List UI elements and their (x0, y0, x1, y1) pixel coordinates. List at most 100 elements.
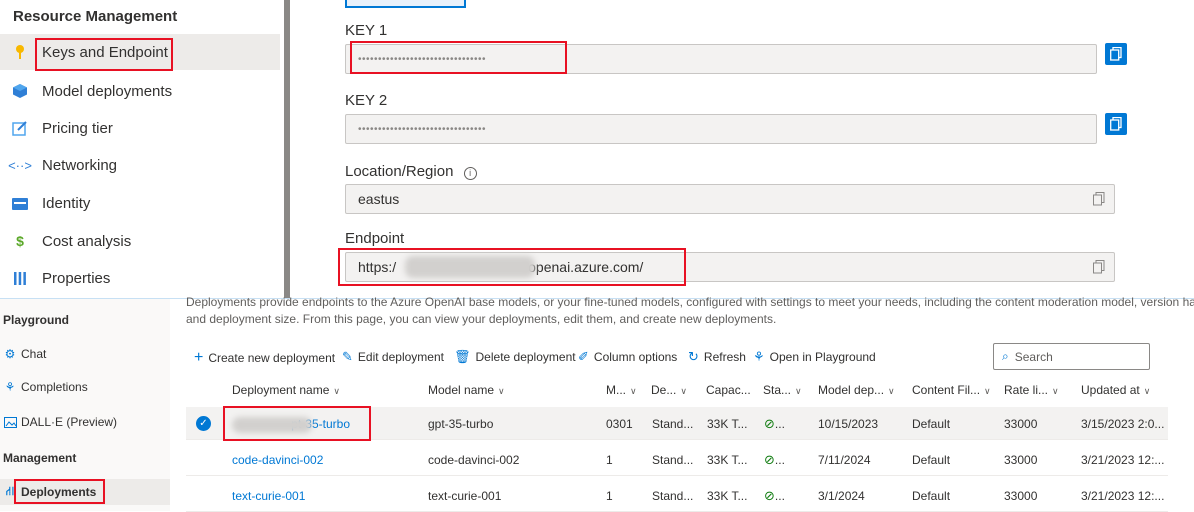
columns-icon: ✐ (578, 349, 589, 364)
column-header-rate-limit[interactable]: Rate li... ∨ (1004, 383, 1059, 397)
deployment-type: Stand... (652, 452, 694, 467)
network-icon: <··> (8, 157, 32, 173)
menu-item-properties[interactable]: Properties (0, 260, 280, 296)
sidebar-item-label: Chat (21, 347, 47, 361)
properties-icon (12, 270, 28, 286)
model-deprecation: 3/1/2024 (818, 488, 865, 503)
playground-icon: ⚘ (753, 349, 765, 364)
deployment-type: Stand... (652, 416, 694, 431)
location-field[interactable]: eastus (345, 184, 1115, 214)
model-deprecation: 10/15/2023 (818, 416, 879, 431)
capacity: 33K T... (707, 416, 748, 431)
status: ⊘... (764, 487, 785, 503)
menu-item-label: Pricing tier (42, 119, 113, 137)
image-icon (3, 415, 17, 429)
edit-deployment-button[interactable]: ✎ Edit deployment (342, 349, 444, 365)
key-icon (12, 44, 28, 60)
status: ⊘... (764, 451, 785, 467)
column-header-model-version[interactable]: M... ∨ (606, 383, 637, 397)
menu-item-label: Model deployments (42, 82, 173, 100)
sidebar-item-label: DALL·E (Preview) (21, 415, 118, 429)
table-row[interactable]: code-davinci-002 code-davinci-002 1 Stan… (186, 443, 1168, 476)
sidebar-item-label: Completions (21, 380, 88, 394)
sidebar-item-chat[interactable]: ⚙ Chat (0, 341, 170, 367)
highlight-box (14, 479, 105, 504)
description-line-1: Deployments provide endpoints to the Azu… (186, 295, 1194, 309)
refresh-icon: ↻ (688, 349, 699, 364)
model-version: 1 (606, 488, 613, 503)
create-deployment-button[interactable]: + Create new deployment (194, 349, 335, 367)
endpoint-label: Endpoint (345, 230, 405, 247)
deployment-type: Stand... (652, 488, 694, 503)
deployments-panel: Playground ⚙ Chat ⚘ Completions DALL·E (… (0, 295, 1194, 512)
identity-icon (12, 195, 28, 211)
copy-endpoint-icon[interactable] (1092, 260, 1106, 274)
column-options-button[interactable]: ✐ Column options (578, 349, 677, 365)
content-filter: Default (912, 488, 951, 503)
menu-item-networking[interactable]: <··> Networking (0, 147, 280, 183)
studio-sidebar: Playground ⚙ Chat ⚘ Completions DALL·E (… (0, 299, 170, 511)
copy-key2-button[interactable] (1105, 113, 1127, 135)
sidebar-item-completions[interactable]: ⚘ Completions (0, 374, 170, 400)
description-line-2: and deployment size. From this page, you… (186, 312, 777, 326)
model-name: text-curie-001 (428, 488, 502, 503)
updated-at: 3/21/2023 12:... (1081, 452, 1165, 467)
key2-field[interactable]: •••••••••••••••••••••••••••••••• (345, 114, 1097, 144)
menu-item-label: Networking (42, 156, 118, 174)
column-header-deployment-type[interactable]: De... ∨ (651, 383, 687, 397)
resource-management-heading: Resource Management (13, 8, 178, 25)
deployment-name-link[interactable]: code-davinci-002 (232, 443, 323, 476)
playground-heading: Playground (3, 313, 70, 327)
menu-item-label: Cost analysis (42, 232, 132, 250)
checkmark-icon[interactable]: ✓ (196, 416, 211, 431)
model-deprecation: 7/11/2024 (818, 452, 871, 467)
key1-label: KEY 1 (345, 22, 388, 39)
trash-icon: 🗑 (454, 349, 471, 364)
column-header-capacity[interactable]: Capac... (706, 383, 751, 397)
copy-icon (1110, 117, 1122, 131)
resource-management-menu: Resource Management Keys and Endpoint Mo… (0, 0, 287, 298)
check-circle-icon: ⊘ (764, 451, 775, 467)
highlight-box (338, 248, 686, 286)
info-icon[interactable]: i (463, 167, 477, 180)
check-circle-icon: ⊘ (764, 415, 775, 431)
menu-item-identity[interactable]: Identity (0, 185, 280, 221)
model-version: 1 (606, 452, 613, 467)
updated-at: 3/21/2023 12:... (1081, 488, 1165, 503)
check-circle-icon: ⊘ (764, 487, 775, 503)
column-header-updated-at[interactable]: Updated at ∨ (1081, 383, 1150, 397)
panel-divider (284, 0, 290, 298)
column-header-status[interactable]: Sta... ∨ (763, 383, 802, 397)
copy-location-icon[interactable] (1092, 192, 1106, 206)
rate-limit: 33000 (1004, 452, 1038, 467)
regenerate-button[interactable] (345, 0, 466, 8)
pencil-icon: ✎ (342, 349, 353, 364)
column-header-model-name[interactable]: Model name ∨ (428, 383, 505, 397)
keys-endpoint-panel: Resource Management Keys and Endpoint Mo… (0, 0, 1194, 298)
model-name: code-davinci-002 (428, 452, 520, 467)
model-name: gpt-35-turbo (428, 416, 494, 431)
content-filter: Default (912, 416, 951, 431)
highlight-box (223, 406, 371, 441)
column-header-model-deprecation[interactable]: Model dep... ∨ (818, 383, 895, 397)
delete-deployment-button[interactable]: 🗑 Delete deployment (454, 349, 576, 365)
menu-item-model-deployments[interactable]: Model deployments (0, 73, 280, 109)
search-input[interactable]: ⌕ Search (993, 343, 1150, 370)
menu-item-label: Properties (42, 269, 111, 287)
table-row[interactable]: text-curie-001 text-curie-001 1 Stand...… (186, 479, 1168, 512)
refresh-button[interactable]: ↻ Refresh (688, 349, 746, 365)
copy-key1-button[interactable] (1105, 43, 1127, 65)
dollar-icon: $ (16, 233, 24, 249)
location-label: Location/Region i (345, 163, 477, 180)
sidebar-item-dalle[interactable]: DALL·E (Preview) (0, 409, 170, 435)
status: ⊘... (764, 415, 785, 431)
content-filter: Default (912, 452, 951, 467)
column-header-content-filter[interactable]: Content Fil... ∨ (912, 383, 991, 397)
menu-item-pricing-tier[interactable]: Pricing tier (0, 110, 280, 146)
open-playground-button[interactable]: ⚘ Open in Playground (753, 349, 876, 365)
menu-item-cost-analysis[interactable]: $ Cost analysis (0, 223, 280, 259)
deployment-name-link[interactable]: text-curie-001 (232, 479, 305, 512)
column-header-deployment-name[interactable]: Deployment name ∨ (232, 383, 340, 397)
completions-icon: ⚘ (4, 380, 16, 394)
capacity: 33K T... (707, 488, 748, 503)
